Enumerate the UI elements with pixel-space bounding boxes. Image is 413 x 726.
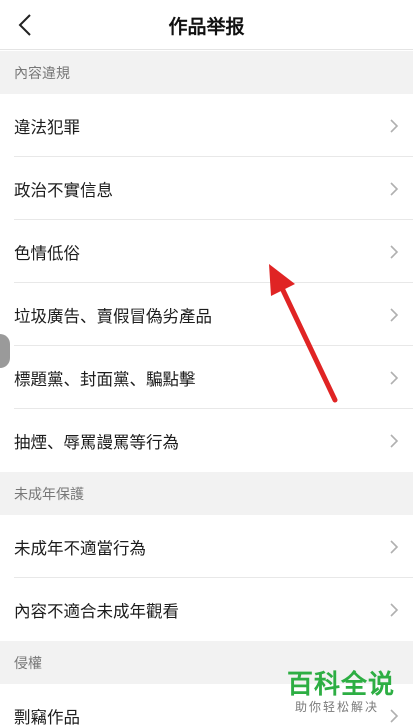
report-option-not-for-minors[interactable]: 內容不適合未成年觀看 <box>0 578 413 641</box>
option-label: 未成年不適當行為 <box>14 538 146 558</box>
option-label: 色情低俗 <box>14 243 80 263</box>
option-label: 政治不實信息 <box>14 180 113 200</box>
section-header-minor-protection: 未成年保護 <box>0 472 413 515</box>
report-option-illegal[interactable]: 違法犯罪 <box>0 94 413 157</box>
report-option-clickbait[interactable]: 標題黨、封面黨、騙點擊 <box>0 346 413 409</box>
watermark-title: 百科全说 <box>287 670 396 700</box>
chevron-right-icon <box>390 539 399 554</box>
option-label: 剽竊作品 <box>14 707 80 726</box>
option-label: 抽煙、辱罵謾罵等行為 <box>14 432 179 452</box>
chevron-right-icon <box>390 433 399 448</box>
report-page: 作品举报 內容違規 違法犯罪 政治不實信息 色情低俗 垃圾廣告、賣假冒偽劣產品 … <box>0 0 413 726</box>
report-option-smoking-abuse[interactable]: 抽煙、辱罵謾罵等行為 <box>0 409 413 472</box>
report-option-vulgar[interactable]: 色情低俗 <box>0 220 413 283</box>
report-option-minor-behavior[interactable]: 未成年不適當行為 <box>0 515 413 578</box>
option-label: 標題黨、封面黨、騙點擊 <box>14 369 196 389</box>
chevron-right-icon <box>390 244 399 259</box>
chevron-right-icon <box>390 602 399 617</box>
back-button[interactable] <box>6 6 44 44</box>
watermark-subtitle: 助你轻松解决 <box>295 700 380 714</box>
watermark-logo: 百科全说 助你轻松解决 <box>287 664 407 720</box>
option-label: 垃圾廣告、賣假冒偽劣產品 <box>14 306 212 326</box>
chevron-left-icon <box>18 14 31 36</box>
chevron-right-icon <box>390 181 399 196</box>
option-label: 違法犯罪 <box>14 117 80 137</box>
option-label: 內容不適合未成年觀看 <box>14 601 179 621</box>
chevron-right-icon <box>390 118 399 133</box>
chevron-right-icon <box>390 307 399 322</box>
chevron-right-icon <box>390 370 399 385</box>
page-title: 作品举报 <box>168 15 245 38</box>
report-option-spam-ads[interactable]: 垃圾廣告、賣假冒偽劣產品 <box>0 283 413 346</box>
report-option-political[interactable]: 政治不實信息 <box>0 157 413 220</box>
floating-side-handle[interactable] <box>0 334 10 368</box>
nav-header: 作品举报 <box>0 0 413 50</box>
section-header-content-violation: 內容違規 <box>0 51 413 94</box>
